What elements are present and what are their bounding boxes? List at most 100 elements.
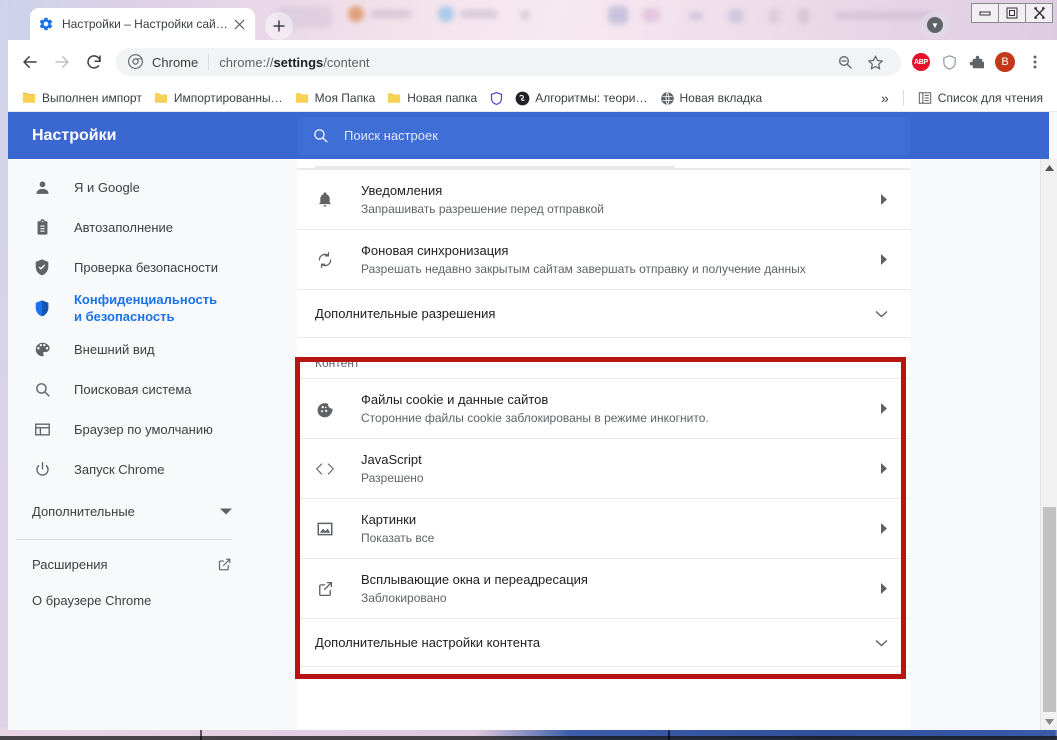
power-icon: [32, 459, 52, 479]
search-placeholder: Поиск настроек: [344, 128, 438, 143]
reading-list-button[interactable]: Список для чтения: [912, 87, 1049, 109]
settings-content: Уведомления Запрашивать разрешение перед…: [297, 159, 910, 730]
bookmark-label: Алгоритмы: теори…: [535, 90, 648, 105]
chevron-down-icon: ▼: [927, 17, 943, 33]
abp-extension-icon[interactable]: ABP: [907, 48, 935, 76]
chevron-right-icon: [880, 523, 888, 534]
content-scroll-area[interactable]: Уведомления Запрашивать разрешение перед…: [297, 159, 910, 730]
close-icon[interactable]: [231, 16, 247, 32]
setting-row-notifications[interactable]: Уведомления Запрашивать разрешение перед…: [297, 169, 910, 229]
new-tab-button[interactable]: [265, 12, 293, 40]
sidebar-item-safety-check[interactable]: Проверка безопасности: [8, 247, 256, 287]
taskbar-divider-1: [200, 730, 202, 740]
sidebar-item-label: Конфиденциальность и безопасность: [74, 292, 218, 324]
scroll-up-arrow[interactable]: [1041, 159, 1057, 176]
sync-icon: [315, 250, 335, 270]
bookmark-item-shield[interactable]: [483, 87, 509, 109]
chevron-right-icon: [880, 403, 888, 414]
setting-row-images[interactable]: Картинки Показать все: [297, 498, 910, 558]
sidebar-item-label: Внешний вид: [74, 341, 155, 357]
shield-icon: [32, 298, 52, 318]
shield-bookmark-icon: [489, 91, 503, 106]
address-bar[interactable]: Chrome chrome://settings/content: [116, 48, 901, 76]
sidebar-extensions-label: Расширения: [32, 556, 108, 572]
settings-gear-icon: [38, 16, 54, 32]
bookmark-item[interactable]: Алгоритмы: теори…: [509, 87, 653, 109]
setting-row-subtitle: Заблокировано: [361, 590, 447, 605]
sidebar-item-about-chrome[interactable]: О браузере Chrome: [8, 582, 256, 618]
person-icon: [32, 177, 52, 197]
chevron-down-icon: [220, 507, 232, 515]
tab-title: Настройки – Настройки сайтов: [62, 17, 231, 31]
sidebar-item-chrome-startup[interactable]: Запуск Chrome: [8, 449, 256, 489]
setting-row-subtitle: Сторонние файлы cookie заблокированы в р…: [361, 410, 709, 425]
bookmark-item[interactable]: Моя Папка: [289, 87, 382, 109]
setting-row-additional-permissions[interactable]: Дополнительные разрешения: [297, 289, 910, 337]
search-input[interactable]: Поиск настроек: [298, 116, 910, 155]
setting-row-additional-content[interactable]: Дополнительные настройки контента: [297, 618, 910, 666]
sidebar-item-advanced[interactable]: Дополнительные: [8, 489, 256, 533]
sidebar-item-default-browser[interactable]: Браузер по умолчанию: [8, 409, 256, 449]
scrollbar-thumb[interactable]: [1043, 507, 1056, 712]
popup-icon: [315, 579, 335, 599]
bookmark-item[interactable]: Новая вкладка: [654, 87, 769, 109]
zoom-out-icon[interactable]: [831, 48, 859, 76]
maximize-button[interactable]: [998, 3, 1026, 23]
sidebar-item-you-and-google[interactable]: Я и Google: [8, 167, 256, 207]
star-icon[interactable]: [861, 48, 889, 76]
page-scrollbar[interactable]: [1040, 159, 1057, 730]
setting-row-title: Картинки: [361, 511, 417, 527]
browser-toolbar: Chrome chrome://settings/content ABP B: [8, 40, 1057, 84]
setting-row-title: Уведомления: [361, 182, 443, 198]
bookmark-item[interactable]: Новая папка: [381, 87, 483, 109]
sidebar-item-label: Проверка безопасности: [74, 259, 219, 275]
settings-header: Настройки Поиск настроек: [8, 112, 1049, 159]
search-icon: [312, 127, 330, 145]
puzzle-extensions-icon[interactable]: [963, 48, 991, 76]
setting-row-background-sync[interactable]: Фоновая синхронизация Разрешать недавно …: [297, 229, 910, 289]
clipboard-icon: [32, 217, 52, 237]
reading-list-icon: [918, 91, 932, 104]
external-link-icon: [217, 557, 232, 572]
minimize-button[interactable]: [971, 3, 999, 23]
sidebar-item-search-engine[interactable]: Поисковая система: [8, 369, 256, 409]
profile-avatar[interactable]: B: [991, 48, 1019, 76]
sidebar-item-autofill[interactable]: Автозаполнение: [8, 207, 256, 247]
forward-button[interactable]: [46, 46, 78, 78]
setting-row-title: Всплывающие окна и переадресация: [361, 571, 588, 587]
palette-icon: [32, 339, 52, 359]
bookmarks-overflow-button[interactable]: »: [875, 87, 895, 109]
bookmark-item[interactable]: Выполнен импорт: [16, 87, 148, 109]
globe-icon: [660, 91, 674, 105]
shield-extension-icon[interactable]: [935, 48, 963, 76]
browser-menu-button[interactable]: [1019, 46, 1051, 78]
chevron-right-icon: [880, 463, 888, 474]
setting-row-popups[interactable]: Всплывающие окна и переадресация Заблоки…: [297, 558, 910, 618]
sidebar-item-label: Поисковая система: [74, 381, 192, 397]
folder-icon: [387, 91, 401, 104]
setting-row-subtitle: Разрешено: [361, 470, 424, 485]
sidebar-item-appearance[interactable]: Внешний вид: [8, 329, 256, 369]
window-controls: [971, 3, 1053, 23]
close-button[interactable]: [1025, 3, 1053, 23]
bookmark-item[interactable]: Импортированны…: [148, 87, 289, 109]
sidebar-item-label: Запуск Chrome: [74, 461, 165, 477]
tab-search-button[interactable]: ▼: [920, 12, 950, 38]
setting-row-javascript[interactable]: JavaScript Разрешено: [297, 438, 910, 498]
site-favicon-icon: [515, 91, 530, 106]
reload-button[interactable]: [78, 46, 110, 78]
sidebar-item-privacy-and-security[interactable]: Конфиденциальность и безопасность: [8, 287, 256, 329]
scroll-down-arrow[interactable]: [1041, 713, 1057, 730]
setting-row-cookies[interactable]: Файлы cookie и данные сайтов Сторонние ф…: [297, 378, 910, 438]
omnibox-url: chrome://settings/content: [219, 54, 370, 70]
setting-row-title: JavaScript: [361, 451, 422, 467]
back-button[interactable]: [14, 46, 46, 78]
sidebar-item-label: Я и Google: [74, 179, 140, 195]
content-group-label: Контент: [297, 337, 910, 378]
chevron-down-icon: [875, 639, 888, 647]
bookmark-label: Выполнен импорт: [42, 90, 142, 105]
taskbar-edge: [0, 736, 1057, 740]
sidebar-item-extensions[interactable]: Расширения: [8, 546, 256, 582]
browser-tab[interactable]: Настройки – Настройки сайтов: [30, 8, 255, 40]
chevron-right-icon: [880, 583, 888, 594]
